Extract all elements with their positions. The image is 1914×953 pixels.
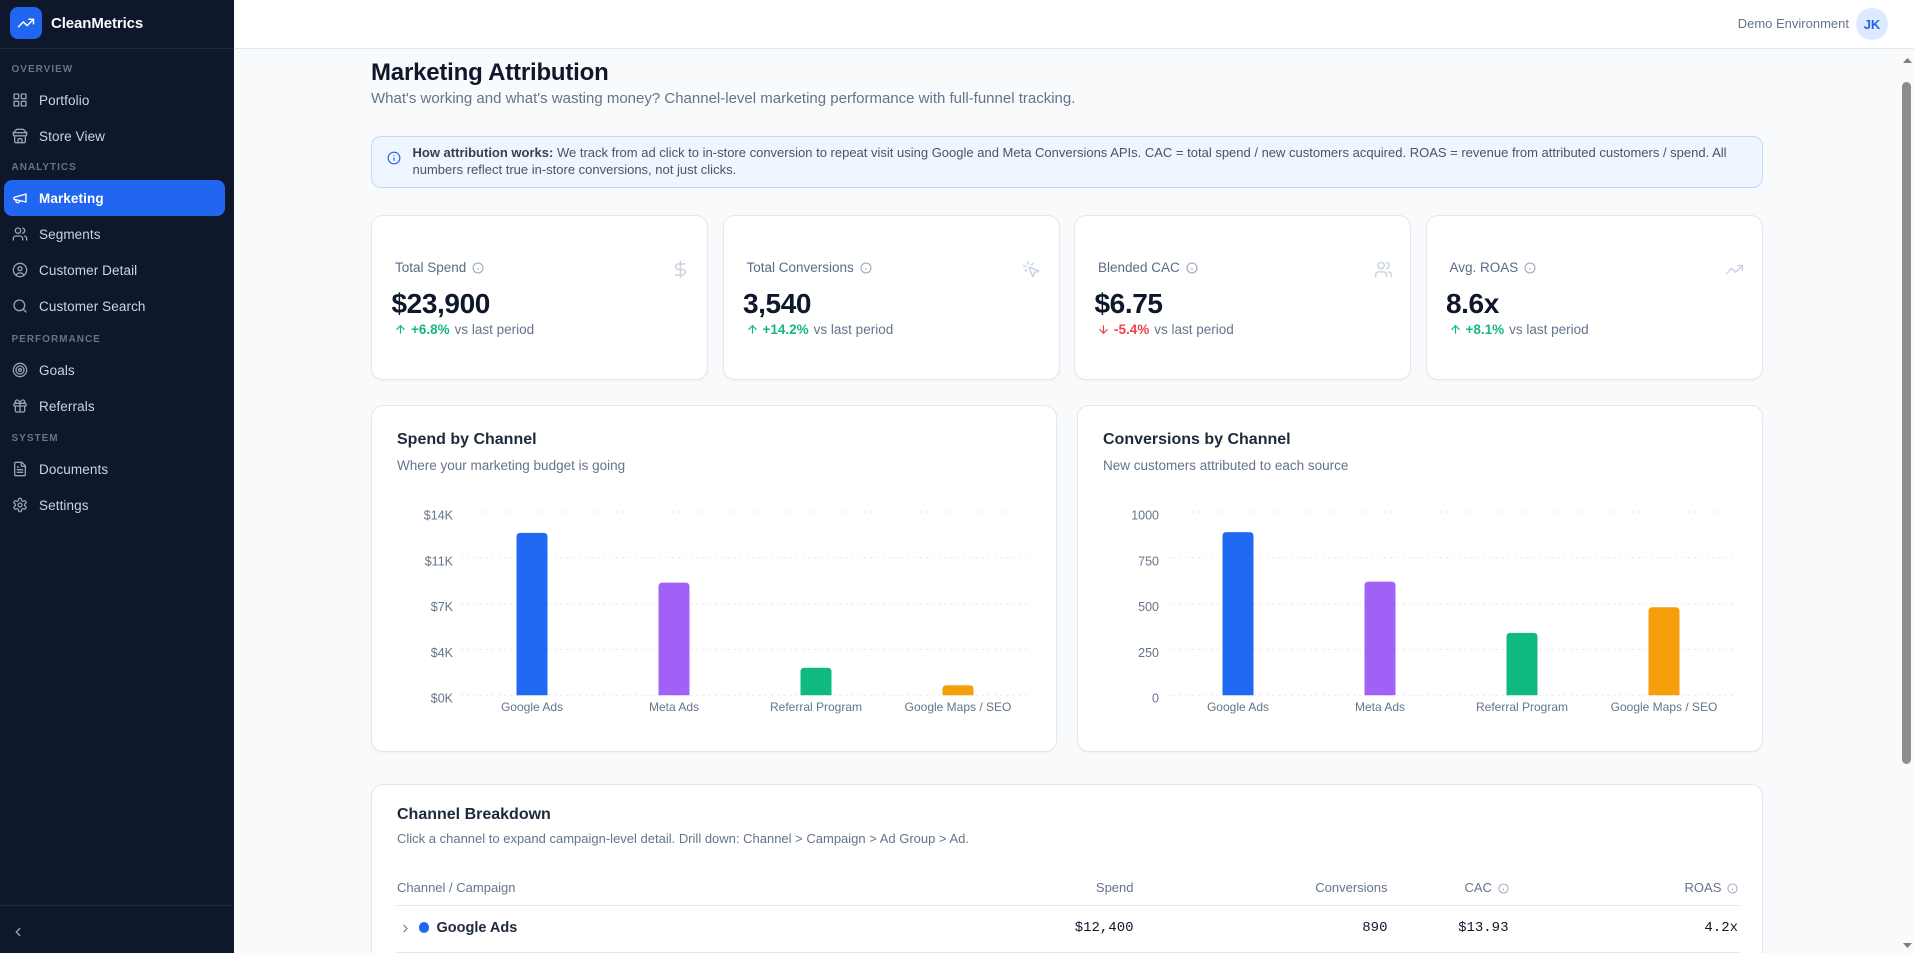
svg-text:$14K: $14K	[424, 509, 454, 523]
svg-text:Google Maps / SEO: Google Maps / SEO	[905, 700, 1012, 714]
svg-text:1000: 1000	[1131, 509, 1159, 523]
svg-text:Google Ads: Google Ads	[1207, 700, 1269, 714]
svg-text:Meta Ads: Meta Ads	[1355, 700, 1405, 714]
svg-text:Google Maps / SEO: Google Maps / SEO	[1611, 700, 1718, 714]
svg-text:$7K: $7K	[431, 600, 454, 614]
svg-text:$4K: $4K	[431, 646, 454, 660]
svg-text:$11K: $11K	[425, 554, 454, 568]
svg-text:Referral Program: Referral Program	[770, 700, 862, 714]
svg-text:Meta Ads: Meta Ads	[649, 700, 699, 714]
svg-text:Referral Program: Referral Program	[1476, 700, 1568, 714]
svg-text:Google Ads: Google Ads	[501, 700, 563, 714]
svg-text:250: 250	[1138, 646, 1159, 660]
svg-text:750: 750	[1138, 554, 1159, 568]
svg-text:0: 0	[1152, 692, 1159, 706]
svg-text:$0K: $0K	[431, 692, 454, 706]
svg-text:500: 500	[1138, 600, 1159, 614]
